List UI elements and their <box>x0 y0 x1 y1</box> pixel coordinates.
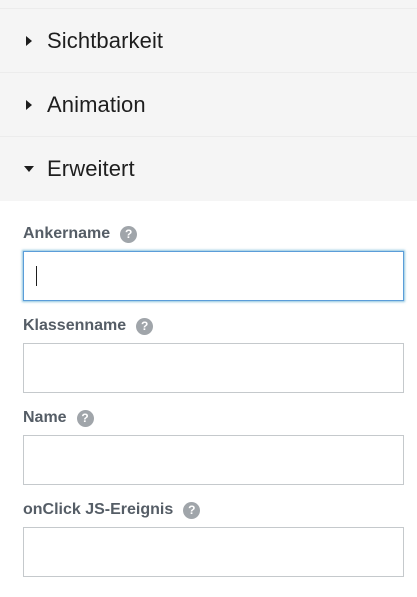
anchor-name-input[interactable] <box>23 251 404 301</box>
section-animation-toggle[interactable]: Animation <box>0 73 417 137</box>
name-input[interactable] <box>23 435 404 485</box>
caret-down-icon <box>24 163 34 175</box>
help-icon[interactable]: ? <box>183 501 201 519</box>
section-title: Erweitert <box>47 156 135 181</box>
section-title: Animation <box>47 91 146 117</box>
name-field-group: Name ? <box>23 407 404 485</box>
anchor-field-group: Ankername ? <box>23 223 404 301</box>
section-erweitert-toggle[interactable]: Erweitert <box>0 137 417 201</box>
anchor-label: Ankername <box>23 225 111 242</box>
panel-top-divider <box>0 0 417 9</box>
class-label: Klassenname <box>23 317 127 334</box>
onclick-input[interactable] <box>23 527 404 577</box>
inspector-panel: Sichtbarkeit Animation Erweitert Ankerna… <box>0 0 417 597</box>
caret-right-icon <box>24 35 34 47</box>
section-title: Sichtbarkeit <box>47 27 164 53</box>
section-erweitert-body: Ankername ? Klassenname ? Name ? onClick… <box>0 201 417 577</box>
onclick-field-group: onClick JS-Ereignis ? <box>23 499 404 577</box>
onclick-label: onClick JS-Ereignis <box>23 501 174 518</box>
help-icon[interactable]: ? <box>120 225 138 243</box>
class-name-input[interactable] <box>23 343 404 393</box>
help-icon[interactable]: ? <box>76 409 94 427</box>
caret-right-icon <box>24 99 34 111</box>
class-field-group: Klassenname ? <box>23 315 404 393</box>
text-cursor <box>36 266 37 286</box>
name-label: Name <box>23 409 67 426</box>
help-icon[interactable]: ? <box>136 317 154 335</box>
section-sichtbarkeit-toggle[interactable]: Sichtbarkeit <box>0 9 417 73</box>
